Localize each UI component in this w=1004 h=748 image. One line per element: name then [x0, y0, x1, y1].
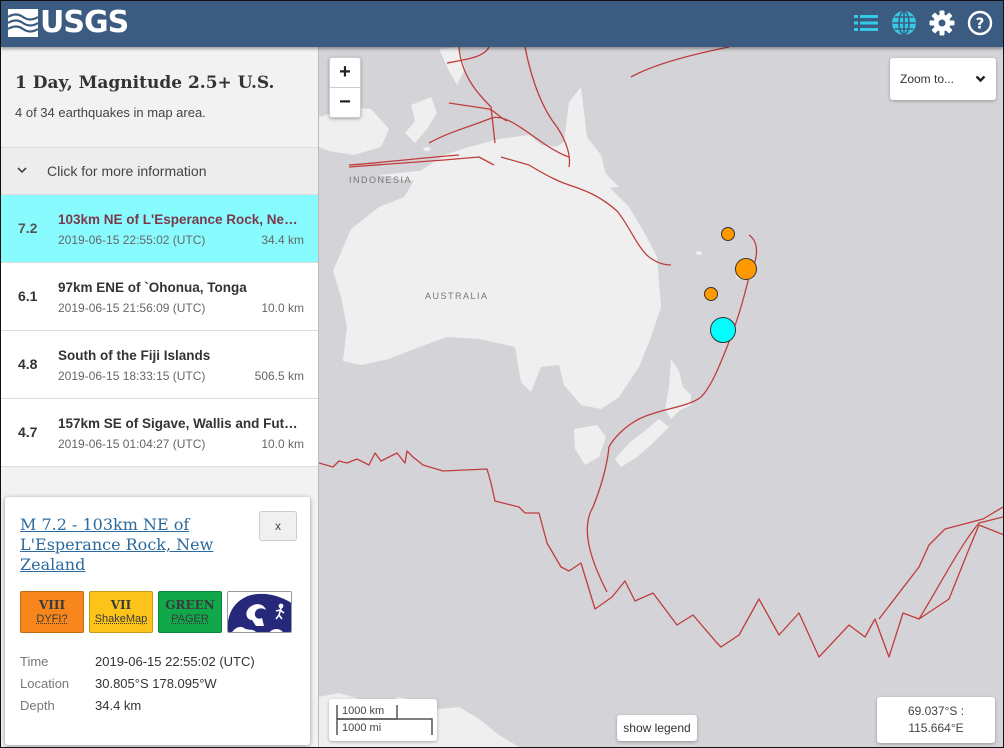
- zoom-out-button[interactable]: −: [330, 87, 360, 117]
- eq-depth: 34.4 km: [261, 233, 304, 247]
- eq-depth: 10.0 km: [261, 301, 304, 315]
- eq-place: 103km NE of L'Esperance Rock, New Zealan…: [58, 212, 304, 227]
- close-button[interactable]: x: [259, 511, 297, 541]
- detail-label: Depth: [20, 698, 55, 713]
- usgs-logo[interactable]: USGS: [8, 5, 129, 40]
- pager-level: GREEN: [165, 598, 215, 612]
- event-details: Time 2019-06-15 22:55:02 (UTC) Location …: [20, 651, 255, 717]
- dyfi-level: VIII: [38, 598, 66, 612]
- detail-value: 34.4 km: [95, 698, 142, 713]
- logo-text: USGS: [40, 5, 129, 40]
- detail-row-time: Time 2019-06-15 22:55:02 (UTC): [20, 651, 255, 673]
- list-header: 1 Day, Magnitude 2.5+ U.S. 4 of 34 earth…: [1, 47, 318, 148]
- shakemap-badge[interactable]: VII ShakeMap: [89, 591, 153, 633]
- eq-depth: 10.0 km: [261, 437, 304, 451]
- shakemap-level: VII: [110, 598, 132, 612]
- mouse-coordinates: 69.037°S : 115.664°E: [877, 697, 995, 743]
- more-info-toggle[interactable]: Click for more information: [1, 148, 318, 195]
- eq-time: 2019-06-15 21:56:09 (UTC): [58, 301, 206, 315]
- tsunami-link[interactable]: [227, 591, 292, 633]
- usgs-wave-icon: [8, 9, 38, 37]
- earthquake-marker[interactable]: [735, 258, 757, 280]
- earthquake-list-item[interactable]: 6.1 97km ENE of `Ohonua, Tonga 2019-06-1…: [1, 263, 318, 331]
- feed-title: 1 Day, Magnitude 2.5+ U.S.: [15, 73, 275, 93]
- selected-earthquake-marker[interactable]: [710, 317, 736, 343]
- eq-place: 157km SE of Sigave, Wallis and Futuna: [58, 416, 304, 431]
- earthquake-popup: M 7.2 - 103km NE of L'Esperance Rock, Ne…: [5, 497, 310, 745]
- shakemap-label: ShakeMap: [94, 613, 148, 625]
- zoom-in-button[interactable]: +: [330, 58, 360, 87]
- eq-place: South of the Fiji Islands: [58, 348, 211, 363]
- detail-row-depth: Depth 34.4 km: [20, 695, 255, 717]
- detail-label: Location: [20, 676, 70, 691]
- earthquake-list: 7.2 103km NE of L'Esperance Rock, New Ze…: [1, 195, 318, 467]
- impact-badges: VIII DYFI? VII ShakeMap GREEN PAGER: [20, 591, 292, 633]
- more-info-label: Click for more information: [47, 163, 207, 179]
- earthquake-list-item[interactable]: 4.7 157km SE of Sigave, Wallis and Futun…: [1, 399, 318, 467]
- detail-row-location: Location 30.805°S 178.095°W: [20, 673, 255, 695]
- coord-lat: 69.037°S :: [907, 704, 965, 718]
- map-label-indonesia: INDONESIA: [349, 175, 413, 185]
- eq-time: 2019-06-15 22:55:02 (UTC): [58, 233, 206, 247]
- show-legend-button[interactable]: show legend: [617, 715, 697, 741]
- tsunami-icon: [228, 592, 291, 632]
- eq-magnitude: 7.2: [18, 220, 38, 236]
- earthquake-count: 4 of 34 earthquakes in map area.: [15, 105, 206, 120]
- detail-label: Time: [20, 654, 49, 669]
- eq-place: 97km ENE of `Ohonua, Tonga: [58, 280, 247, 295]
- zoom-to-label: Zoom to...: [900, 72, 955, 86]
- chevron-down-icon: [975, 72, 986, 86]
- globe-icon[interactable]: [891, 10, 917, 36]
- pager-badge[interactable]: GREEN PAGER: [158, 591, 222, 633]
- map-view[interactable]: INDONESIA AUSTRALIA + − Zoom to... 1000 …: [319, 47, 1003, 747]
- eq-time: 2019-06-15 01:04:27 (UTC): [58, 437, 206, 451]
- zoom-control: + −: [329, 57, 361, 118]
- map-label-australia: AUSTRALIA: [425, 291, 489, 301]
- scale-bar: 1000 km 1000 mi: [329, 699, 437, 741]
- earthquake-marker[interactable]: [721, 227, 735, 241]
- detail-value: 2019-06-15 22:55:02 (UTC): [95, 654, 255, 669]
- earthquake-list-item[interactable]: 4.8 South of the Fiji Islands 2019-06-15…: [1, 331, 318, 399]
- earthquake-list-item[interactable]: 7.2 103km NE of L'Esperance Rock, New Ze…: [1, 195, 318, 263]
- eq-magnitude: 6.1: [18, 288, 38, 304]
- eq-magnitude: 4.8: [18, 356, 38, 372]
- event-title-link[interactable]: M 7.2 - 103km NE of L'Esperance Rock, Ne…: [20, 515, 230, 575]
- svg-text:?: ?: [976, 15, 985, 33]
- list-icon[interactable]: [853, 10, 879, 36]
- eq-depth: 506.5 km: [254, 369, 304, 383]
- scale-mi: 1000 mi: [342, 722, 382, 734]
- basemap: [319, 47, 1003, 747]
- detail-value: 30.805°S 178.095°W: [95, 676, 217, 691]
- gear-icon[interactable]: [929, 10, 955, 36]
- coord-lon: 115.664°E: [908, 721, 964, 735]
- help-icon[interactable]: ?: [967, 10, 993, 36]
- chevron-down-icon: [17, 165, 31, 177]
- dyfi-label: DYFI?: [36, 613, 68, 625]
- app-header: USGS ?: [1, 1, 1003, 47]
- pager-label: PAGER: [171, 613, 209, 625]
- eq-magnitude: 4.7: [18, 424, 38, 440]
- zoom-to-dropdown[interactable]: Zoom to...: [890, 58, 996, 100]
- dyfi-badge[interactable]: VIII DYFI?: [20, 591, 84, 633]
- scale-km: 1000 km: [342, 705, 385, 717]
- eq-time: 2019-06-15 18:33:15 (UTC): [58, 369, 206, 383]
- earthquake-marker[interactable]: [704, 287, 718, 301]
